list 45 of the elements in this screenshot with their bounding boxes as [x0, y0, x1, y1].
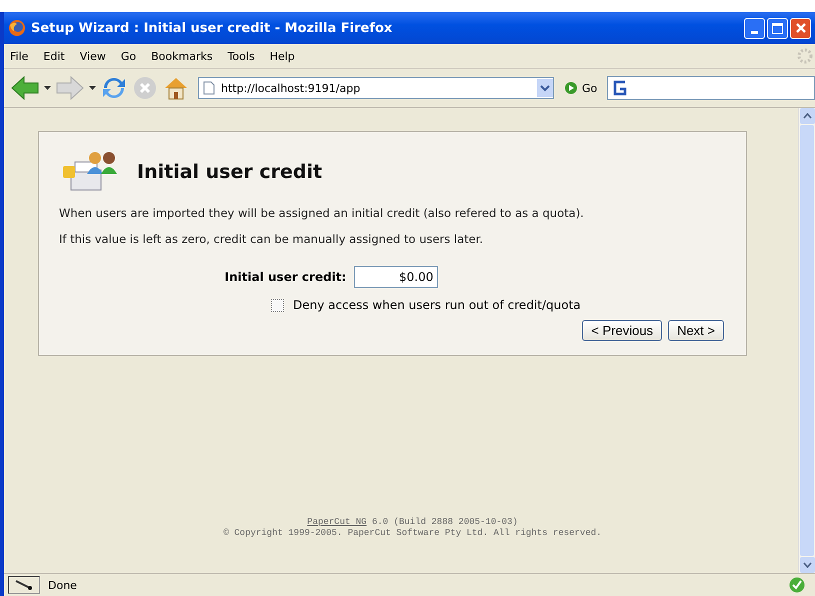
firefox-icon	[8, 19, 26, 37]
menu-item[interactable]: File	[10, 50, 28, 62]
description-text: If this value is left as zero, credit can be manually assigned to users later.	[59, 232, 484, 246]
scroll-thumb[interactable]	[800, 125, 814, 556]
status-icon	[8, 576, 40, 594]
checkbox-label: Deny access when users run out of credit/quota	[293, 298, 581, 312]
description-text: When users are imported they will be assigned an initial credit (also refered to as a quota).	[59, 206, 585, 220]
scroll-down-button[interactable]	[800, 557, 814, 573]
next-button[interactable]: Next >	[668, 320, 724, 341]
search-field[interactable]	[607, 76, 815, 100]
window-title: Setup Wizard : Initial user credit - Mozilla Firefox	[31, 20, 394, 36]
deny-access-checkbox[interactable]	[271, 298, 284, 312]
go-button[interactable]: Go	[558, 81, 604, 95]
address-field[interactable]: http://localhost:9191/app	[198, 77, 554, 99]
scroll-up-button[interactable]	[800, 108, 814, 124]
page-icon	[203, 81, 215, 95]
previous-button[interactable]: < Previous	[582, 320, 662, 341]
minimize-button[interactable]	[744, 18, 765, 38]
menu-item[interactable]: Go	[120, 50, 136, 62]
play-icon	[564, 81, 578, 95]
close-icon	[794, 22, 806, 34]
back-button[interactable]	[10, 75, 40, 101]
caret-icon[interactable]	[44, 86, 51, 90]
credit-input[interactable]: $0.00	[354, 266, 438, 288]
status-text: Done	[48, 578, 78, 592]
build-text: 6.0 (Build 2888 2005-10-03)	[372, 516, 518, 527]
page-heading: Initial user credit	[137, 161, 322, 183]
product-link[interactable]: PaperCut NG	[307, 516, 367, 527]
chevron-down-icon	[540, 84, 550, 92]
close-button[interactable]	[790, 18, 811, 38]
menu-item[interactable]: Help	[270, 50, 295, 62]
scrollbar[interactable]	[798, 108, 815, 573]
caret-icon[interactable]	[89, 86, 96, 90]
throbber-icon	[797, 48, 813, 64]
field-label: Initial user credit:	[224, 270, 346, 284]
chevron-up-icon	[802, 113, 812, 119]
dropdown-button[interactable]	[537, 79, 553, 97]
menu-item[interactable]: Bookmarks	[151, 50, 213, 62]
menu-item[interactable]: View	[80, 50, 106, 62]
menu-item[interactable]: Edit	[43, 50, 65, 62]
check-icon	[789, 577, 805, 593]
menu-item[interactable]: Tools	[228, 50, 255, 62]
copyright-text: © Copyright 1999-2005. PaperCut Software Pty Ltd. All rights reserved.	[222, 528, 603, 540]
maximize-button[interactable]	[767, 18, 788, 38]
chevron-down-icon	[802, 562, 812, 568]
